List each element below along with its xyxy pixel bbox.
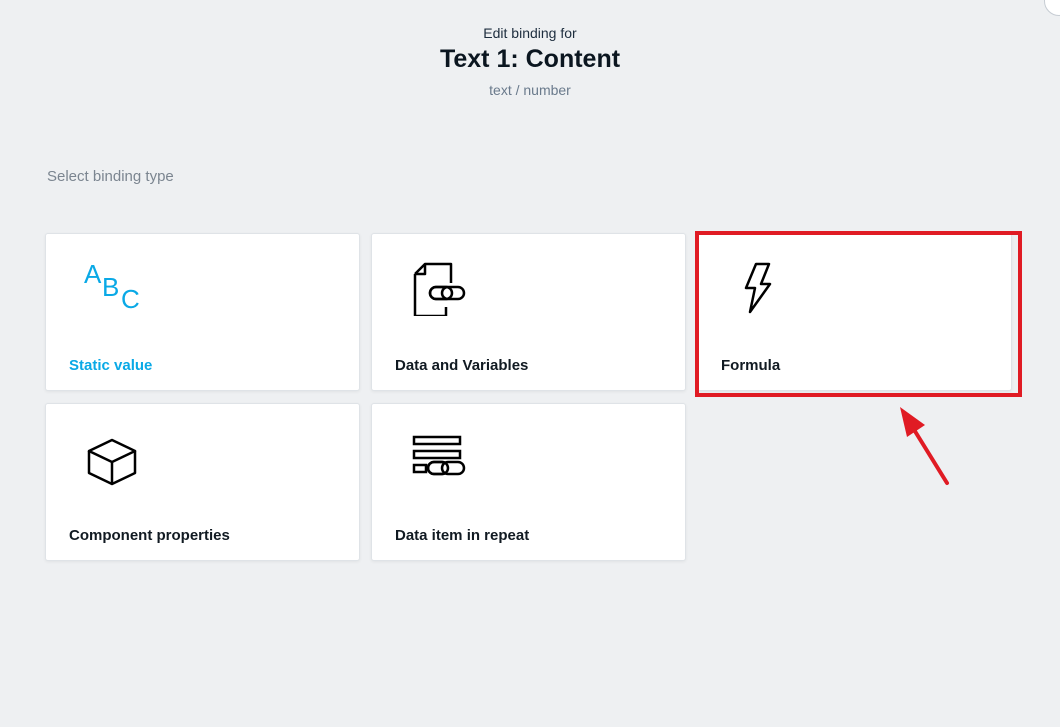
svg-text:B: B <box>102 272 119 302</box>
binding-type-data-item-in-repeat[interactable]: Data item in repeat <box>371 403 686 561</box>
dialog-subtitle: text / number <box>489 82 571 98</box>
binding-type-label: Data and Variables <box>395 357 529 374</box>
document-link-icon <box>413 262 466 316</box>
binding-type-formula[interactable]: Formula <box>697 233 1012 391</box>
corner-close-handle[interactable] <box>1044 0 1060 16</box>
dialog-header: Edit binding for Text 1: Content text / … <box>0 24 1060 99</box>
dialog-title: Text 1: Content <box>439 45 621 73</box>
binding-type-data-and-variables[interactable]: Data and Variables <box>371 233 686 391</box>
binding-type-label: Component properties <box>69 527 230 544</box>
binding-dialog: Edit binding for Text 1: Content text / … <box>0 0 1060 727</box>
binding-type-label: Data item in repeat <box>395 527 530 544</box>
cube-icon <box>87 438 137 486</box>
lightning-bolt-icon <box>744 262 772 314</box>
binding-type-static-value[interactable]: A B C Static value <box>45 233 360 391</box>
edit-binding-label: Edit binding for <box>483 25 577 41</box>
annotation-arrow-icon <box>900 407 949 485</box>
svg-text:C: C <box>121 284 140 314</box>
list-link-icon <box>412 435 466 476</box>
binding-type-label: Static value <box>69 357 153 374</box>
section-label: Select binding type <box>47 168 174 185</box>
svg-text:A: A <box>84 260 102 289</box>
binding-type-label: Formula <box>721 357 781 374</box>
abc-text-icon: A B C <box>84 260 140 314</box>
binding-type-component-properties[interactable]: Component properties <box>45 403 360 561</box>
